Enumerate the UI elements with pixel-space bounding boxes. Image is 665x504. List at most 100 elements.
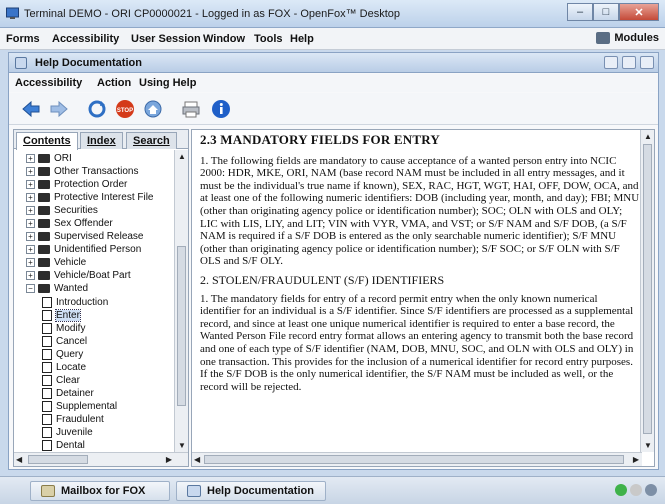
tree-folder[interactable]: + Sex Offender — [26, 217, 113, 230]
tree-page[interactable]: Locate — [42, 361, 86, 374]
tree-folder[interactable]: + Unidentified Person — [26, 243, 141, 256]
task-help-documentation[interactable]: Help Documentation — [176, 481, 326, 501]
expand-icon[interactable]: + — [26, 258, 35, 267]
expand-icon[interactable]: + — [26, 219, 35, 228]
tree-folder-open[interactable]: − Wanted — [26, 282, 88, 295]
scroll-thumb[interactable] — [204, 455, 624, 464]
folder-icon — [38, 206, 50, 215]
expand-icon[interactable]: + — [26, 271, 35, 280]
folder-icon — [38, 154, 50, 163]
info-icon[interactable] — [211, 99, 231, 119]
tree-page-selected[interactable]: Enter — [42, 309, 81, 322]
tree-page[interactable]: Supplemental — [42, 400, 117, 413]
scroll-left-arrow-icon[interactable]: ◀ — [194, 455, 200, 464]
refresh-icon[interactable] — [87, 99, 107, 119]
help-menu-accessibility[interactable]: Accessibility — [15, 77, 82, 89]
minimize-button[interactable]: – — [567, 3, 593, 21]
tab-index[interactable]: Index — [80, 132, 123, 149]
tab-search[interactable]: Search — [126, 132, 177, 149]
scroll-right-arrow-icon[interactable]: ▶ — [633, 455, 639, 464]
modules-button[interactable]: Modules — [596, 32, 659, 44]
tree-page[interactable]: Dental — [42, 439, 85, 452]
menu-user-session[interactable]: User Session — [131, 33, 201, 45]
expand-icon[interactable]: + — [26, 180, 35, 189]
tree-page[interactable]: Clear — [42, 374, 80, 387]
print-icon[interactable] — [181, 99, 201, 119]
tree-folder[interactable]: + ORI — [26, 152, 72, 165]
menu-help[interactable]: Help — [290, 33, 314, 45]
tree-page[interactable]: Query — [42, 348, 83, 361]
content-pane: 2.3 MANDATORY FIELDS FOR ENTRY 1. The fo… — [191, 129, 655, 467]
forward-arrow-icon[interactable] — [49, 99, 69, 119]
expand-icon[interactable]: + — [26, 206, 35, 215]
task-mailbox[interactable]: Mailbox for FOX — [30, 481, 170, 501]
task-label: Mailbox for FOX — [61, 485, 146, 497]
content-horizontal-scrollbar[interactable]: ◀ ▶ — [192, 452, 642, 466]
menu-window[interactable]: Window — [203, 33, 245, 45]
scroll-thumb[interactable] — [28, 455, 88, 464]
tree-page[interactable]: Introduction — [42, 296, 108, 309]
task-label: Help Documentation — [207, 485, 314, 497]
main-menu-bar: Forms Accessibility User Session Window … — [0, 28, 665, 50]
folder-icon — [38, 271, 50, 280]
help-minimize-button[interactable] — [604, 56, 618, 69]
page-icon — [42, 440, 52, 451]
folder-icon — [38, 245, 50, 254]
stop-icon[interactable]: STOP — [115, 99, 135, 119]
back-arrow-icon[interactable] — [21, 99, 41, 119]
expand-icon[interactable]: + — [26, 232, 35, 241]
collapse-icon[interactable]: − — [26, 284, 35, 293]
tree-page[interactable]: Juvenile — [42, 426, 93, 439]
menu-accessibility[interactable]: Accessibility — [52, 33, 119, 45]
folder-icon — [38, 193, 50, 202]
tree-folder[interactable]: + Vehicle/Boat Part — [26, 269, 131, 282]
window-titlebar: Terminal DEMO - ORI CP0000021 - Logged i… — [0, 0, 665, 28]
article-paragraph: 1. The mandatory fields for entry of a r… — [200, 292, 634, 393]
tree-page[interactable]: Cancel — [42, 335, 87, 348]
settings-icon[interactable] — [645, 484, 657, 496]
menu-tools[interactable]: Tools — [254, 33, 283, 45]
scroll-down-arrow-icon[interactable]: ▼ — [644, 441, 652, 450]
nav-horizontal-scrollbar[interactable]: ◀ ▶ — [14, 452, 188, 466]
modules-icon — [596, 32, 611, 44]
tree-folder[interactable]: + Vehicle — [26, 256, 86, 269]
scroll-thumb[interactable] — [177, 246, 186, 406]
help-menu-action[interactable]: Action — [97, 77, 131, 89]
expand-icon[interactable]: + — [26, 245, 35, 254]
content-vertical-scrollbar[interactable]: ▲ ▼ — [640, 130, 654, 452]
scroll-down-arrow-icon[interactable]: ▼ — [178, 441, 186, 450]
contents-tree: + ORI + Other Transactions + Protection Ord… — [14, 150, 174, 452]
status-online-icon — [615, 484, 627, 496]
scroll-right-arrow-icon[interactable]: ▶ — [166, 455, 172, 464]
home-icon[interactable] — [143, 99, 163, 119]
tree-folder[interactable]: + Supervised Release — [26, 230, 144, 243]
scroll-up-arrow-icon[interactable]: ▲ — [178, 152, 186, 161]
svg-text:STOP: STOP — [117, 108, 133, 114]
close-button[interactable]: ✕ — [619, 3, 659, 21]
help-menu-using-help[interactable]: Using Help — [139, 77, 196, 89]
page-icon — [42, 336, 52, 347]
page-icon — [42, 297, 52, 308]
tree-folder[interactable]: + Other Transactions — [26, 165, 138, 178]
expand-icon[interactable]: + — [26, 154, 35, 163]
expand-icon[interactable]: + — [26, 193, 35, 202]
help-maximize-button[interactable] — [622, 56, 636, 69]
tree-folder[interactable]: + Protection Order — [26, 178, 127, 191]
help-close-button[interactable] — [640, 56, 654, 69]
expand-icon[interactable]: + — [26, 167, 35, 176]
tree-folder[interactable]: + Securities — [26, 204, 98, 217]
scroll-up-arrow-icon[interactable]: ▲ — [644, 132, 652, 141]
tree-page[interactable]: Detainer — [42, 387, 94, 400]
tree-page[interactable]: Modify — [42, 322, 85, 335]
folder-icon — [38, 258, 50, 267]
tree-page[interactable]: Fraudulent — [42, 413, 104, 426]
menu-forms[interactable]: Forms — [6, 33, 40, 45]
scroll-left-arrow-icon[interactable]: ◀ — [16, 455, 22, 464]
nav-vertical-scrollbar[interactable]: ▲ ▼ — [174, 150, 188, 452]
taskbar: Mailbox for FOX Help Documentation — [0, 476, 665, 504]
tree-folder[interactable]: + Protective Interest File — [26, 191, 153, 204]
scroll-thumb[interactable] — [643, 144, 652, 434]
tab-contents[interactable]: Contents — [16, 132, 78, 150]
maximize-button[interactable]: □ — [593, 3, 619, 21]
help-window-titlebar: Help Documentation — [9, 53, 658, 73]
